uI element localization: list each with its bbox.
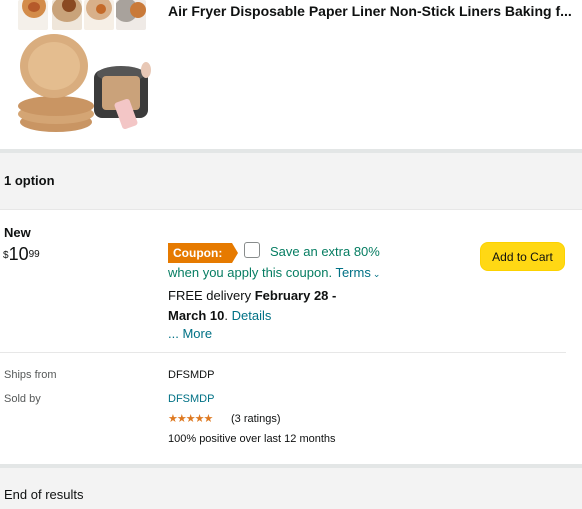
delivery-prefix: FREE delivery <box>168 288 252 303</box>
coupon-condition-text: when you apply this coupon. <box>168 265 333 280</box>
coupon-text[interactable]: Save an extra 80% <box>270 244 380 259</box>
coupon-badge: Coupon: <box>168 243 239 263</box>
sold-by-label: Sold by <box>4 393 41 405</box>
price-whole: 10 <box>8 244 29 264</box>
price-fraction: 99 <box>28 249 40 260</box>
price: $1099 <box>3 244 40 264</box>
seller-link[interactable]: DFSMDP <box>168 393 214 405</box>
options-count: 1 option <box>4 173 55 188</box>
footer-band <box>0 468 582 509</box>
divider <box>0 209 582 210</box>
product-title[interactable]: Air Fryer Disposable Paper Liner Non-Sti… <box>168 2 578 20</box>
options-band <box>0 153 582 209</box>
add-to-cart-button[interactable]: Add to Cart <box>480 242 565 271</box>
seller-feedback: 100% positive over last 12 months <box>168 433 336 445</box>
ships-from-value: DFSMDP <box>168 369 215 381</box>
ratings-count: (3 ratings) <box>231 413 281 425</box>
coupon-checkbox[interactable] <box>244 242 260 258</box>
product-image[interactable] <box>14 30 154 140</box>
details-link[interactable]: Details <box>232 308 272 323</box>
product-thumbnail[interactable] <box>116 0 146 30</box>
chevron-down-icon[interactable]: ⌄ <box>373 269 381 279</box>
product-thumbnail[interactable] <box>84 0 114 30</box>
product-header: Air Fryer Disposable Paper Liner Non-Sti… <box>0 0 582 149</box>
star-rating: ★★★★★ <box>168 413 213 425</box>
end-of-results: End of results <box>4 487 84 502</box>
ships-from-label: Ships from <box>4 369 57 381</box>
divider <box>0 352 566 353</box>
thumbnail-row <box>18 0 148 32</box>
delivery-dates-end: March 10 <box>168 308 225 323</box>
terms-link[interactable]: Terms <box>335 265 370 280</box>
coupon-description: when you apply this coupon. Terms ⌄ <box>168 265 380 280</box>
more-link[interactable]: ... More <box>168 326 212 341</box>
product-thumbnail[interactable] <box>18 0 48 30</box>
condition-label: New <box>4 225 31 240</box>
product-thumbnail[interactable] <box>52 0 82 30</box>
price-symbol: $ <box>3 250 9 261</box>
delivery-info: FREE delivery February 28 - March 10. De… <box>168 288 337 323</box>
delivery-dates-start: February 28 - <box>254 288 337 303</box>
